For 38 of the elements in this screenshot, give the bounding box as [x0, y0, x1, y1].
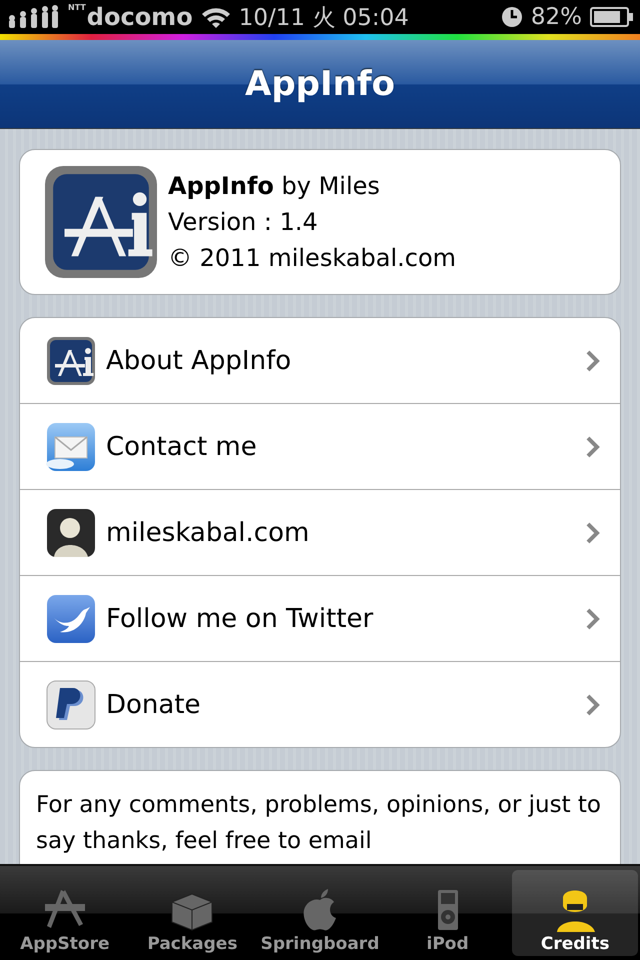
link-label: About AppInfo: [106, 346, 292, 376]
chevron-icon: [586, 694, 600, 716]
message-text: For any comments, problems, opinions, or just to say thanks, feel free to email: [36, 791, 602, 856]
link-row[interactable]: Contact me: [20, 404, 620, 490]
link-row[interactable]: mileskabal.com: [20, 490, 620, 576]
link-label: mileskabal.com: [106, 518, 310, 548]
link-label: Donate: [106, 690, 202, 720]
clock-icon: [500, 6, 523, 28]
tab[interactable]: Credits: [512, 870, 638, 956]
app-name: AppInfo by Miles: [168, 171, 381, 202]
nav-title: AppInfo: [245, 64, 395, 104]
status-time: 10/11 火 05:04: [238, 4, 409, 32]
chevron-icon: [586, 608, 600, 630]
link-row[interactable]: Follow me on Twitter: [20, 576, 620, 662]
link-row[interactable]: Donate: [20, 662, 620, 747]
bird-icon: [46, 594, 96, 644]
mail-icon: [46, 422, 96, 472]
link-label: Follow me on Twitter: [106, 604, 374, 634]
link-row[interactable]: About AppInfo: [20, 318, 620, 404]
app-copyright: © 2011 mileskabal.com: [168, 243, 456, 274]
battery-icon: [590, 6, 634, 28]
tab[interactable]: Springboard: [257, 870, 383, 956]
app-icon: [44, 165, 158, 279]
tab[interactable]: Packages: [130, 870, 256, 956]
app-version: Version : 1.4: [168, 207, 319, 238]
battery-percent: 82%: [530, 4, 582, 30]
tab[interactable]: AppStore: [2, 870, 128, 956]
link-label: Contact me: [106, 432, 258, 462]
app-icon: [46, 336, 96, 386]
carrier-name: docomo: [86, 3, 193, 31]
carrier-mark: NTT: [68, 3, 86, 12]
paypal-icon: [46, 680, 96, 730]
evolution-icon: [6, 5, 60, 29]
chevron-icon: [586, 350, 600, 372]
chevron-icon: [586, 522, 600, 544]
person-icon: [46, 508, 96, 558]
chevron-icon: [586, 436, 600, 458]
tab[interactable]: iPod: [384, 870, 510, 956]
